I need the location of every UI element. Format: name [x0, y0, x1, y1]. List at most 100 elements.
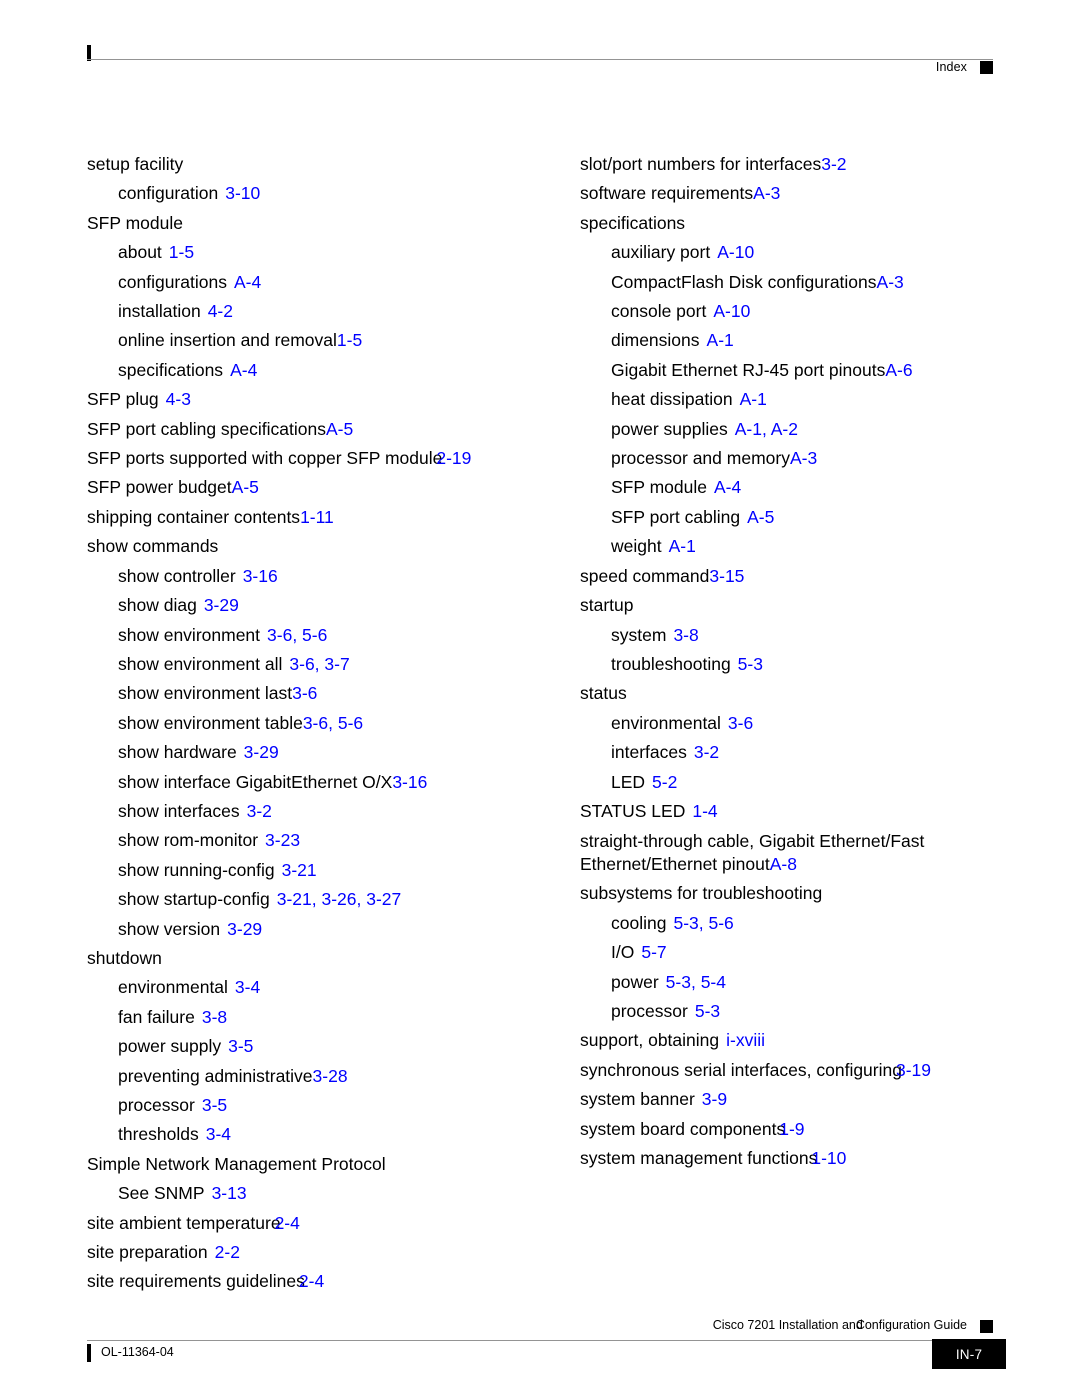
index-page-reference[interactable]: 4-2: [208, 301, 233, 321]
index-page-reference[interactable]: 2-4: [275, 1213, 300, 1233]
index-entry[interactable]: show hardware 3-29: [87, 738, 557, 767]
index-page-reference[interactable]: 3-2: [821, 154, 846, 174]
index-entry[interactable]: show environment all 3-6, 3-7: [87, 650, 557, 679]
index-entry[interactable]: shipping container contents1-11: [87, 503, 557, 532]
index-entry[interactable]: show version 3-29: [87, 915, 557, 944]
index-entry[interactable]: cooling 5-3, 5-6: [580, 909, 1050, 938]
index-page-reference[interactable]: 3-5: [228, 1036, 253, 1056]
index-page-reference[interactable]: A-6: [885, 360, 912, 380]
index-page-reference[interactable]: 3-6: [292, 683, 317, 703]
index-page-reference[interactable]: 5-3: [738, 654, 763, 674]
index-page-reference[interactable]: 3-13: [212, 1183, 247, 1203]
index-entry[interactable]: show rom-monitor 3-23: [87, 826, 557, 855]
index-page-reference[interactable]: A-5: [747, 507, 774, 527]
index-page-reference[interactable]: 3-8: [202, 1007, 227, 1027]
index-page-reference[interactable]: 3-23: [265, 830, 300, 850]
index-entry[interactable]: system board components1-9: [580, 1115, 1050, 1144]
index-entry[interactable]: show environment table3-6, 5-6: [87, 709, 557, 738]
index-entry[interactable]: SFP port cabling specificationsA-5: [87, 415, 557, 444]
index-page-reference[interactable]: A-5: [326, 419, 353, 439]
index-page-reference[interactable]: A-5: [232, 477, 259, 497]
index-entry[interactable]: online insertion and removal1-5: [87, 326, 557, 355]
index-page-reference[interactable]: A-8: [770, 854, 797, 874]
index-entry[interactable]: weight A-1: [580, 532, 1050, 561]
index-page-reference[interactable]: 3-6, 3-7: [289, 654, 349, 674]
index-page-reference[interactable]: 5-3, 5-6: [673, 913, 733, 933]
index-page-reference[interactable]: 3-8: [673, 625, 698, 645]
index-page-reference[interactable]: 3-10: [225, 183, 260, 203]
index-entry[interactable]: dimensions A-1: [580, 326, 1050, 355]
index-page-reference[interactable]: 3-16: [392, 772, 427, 792]
index-page-reference[interactable]: 3-6: [728, 713, 753, 733]
index-entry[interactable]: SFP ports supported with copper SFP modu…: [87, 444, 557, 473]
index-page-reference[interactable]: 5-2: [652, 772, 677, 792]
index-page-reference[interactable]: 1-11: [300, 507, 334, 527]
index-entry[interactable]: show startup-config 3-21, 3-26, 3-27: [87, 885, 557, 914]
index-entry[interactable]: show running-config 3-21: [87, 856, 557, 885]
index-entry[interactable]: SFP port cabling A-5: [580, 503, 1050, 532]
index-entry[interactable]: STATUS LED 1-4: [580, 797, 1050, 826]
index-page-reference[interactable]: 5-7: [641, 942, 666, 962]
index-page-reference[interactable]: 3-28: [313, 1066, 348, 1086]
index-page-reference[interactable]: 3-21, 3-26, 3-27: [277, 889, 402, 909]
index-entry[interactable]: power 5-3, 5-4: [580, 968, 1050, 997]
index-entry[interactable]: show controller 3-16: [87, 562, 557, 591]
index-page-reference[interactable]: 3-2: [247, 801, 272, 821]
index-page-reference[interactable]: 3-4: [206, 1124, 231, 1144]
index-entry[interactable]: processor 5-3: [580, 997, 1050, 1026]
index-entry[interactable]: system banner 3-9: [580, 1085, 1050, 1114]
index-page-reference[interactable]: A-4: [234, 272, 261, 292]
index-page-reference[interactable]: 1-5: [337, 330, 362, 350]
index-page-reference[interactable]: 3-2: [694, 742, 719, 762]
index-page-reference[interactable]: A-4: [714, 477, 741, 497]
index-entry[interactable]: speed command3-15: [580, 562, 1050, 591]
index-page-reference[interactable]: 3-9: [702, 1089, 727, 1109]
index-page-reference[interactable]: A-3: [790, 448, 817, 468]
index-entry[interactable]: LED 5-2: [580, 768, 1050, 797]
index-page-reference[interactable]: 3-4: [235, 977, 260, 997]
index-entry[interactable]: software requirementsA-3: [580, 179, 1050, 208]
index-page-reference[interactable]: A-1, A-2: [735, 419, 798, 439]
index-page-reference[interactable]: 2-19: [436, 448, 471, 468]
index-entry[interactable]: SFP plug 4-3: [87, 385, 557, 414]
index-page-reference[interactable]: 1-5: [169, 242, 194, 262]
index-entry[interactable]: show environment 3-6, 5-6: [87, 621, 557, 650]
index-entry[interactable]: environmental 3-4: [87, 973, 557, 1002]
index-entry[interactable]: CompactFlash Disk configurationsA-3: [580, 268, 1050, 297]
index-page-reference[interactable]: 3-29: [204, 595, 239, 615]
index-page-reference[interactable]: 5-3, 5-4: [666, 972, 726, 992]
index-page-reference[interactable]: 3-5: [202, 1095, 227, 1115]
index-page-reference[interactable]: 3-16: [243, 566, 278, 586]
index-page-reference[interactable]: A-4: [230, 360, 257, 380]
index-page-reference[interactable]: 1-9: [779, 1119, 804, 1139]
index-entry[interactable]: straight-through cable, Gigabit Ethernet…: [580, 826, 960, 879]
index-page-reference[interactable]: 3-29: [227, 919, 262, 939]
index-entry[interactable]: site preparation 2-2: [87, 1238, 557, 1267]
index-entry[interactable]: show interfaces 3-2: [87, 797, 557, 826]
index-page-reference[interactable]: A-1: [669, 536, 696, 556]
index-page-reference[interactable]: A-10: [713, 301, 750, 321]
index-page-reference[interactable]: 1-10: [811, 1148, 846, 1168]
index-page-reference[interactable]: A-3: [877, 272, 904, 292]
index-entry[interactable]: fan failure 3-8: [87, 1003, 557, 1032]
index-page-reference[interactable]: 3-6, 5-6: [267, 625, 327, 645]
index-entry[interactable]: power supply 3-5: [87, 1032, 557, 1061]
index-entry[interactable]: support, obtaining i-xviii: [580, 1026, 1050, 1055]
index-page-reference[interactable]: 3-19: [896, 1060, 931, 1080]
index-entry[interactable]: power supplies A-1, A-2: [580, 415, 1050, 444]
index-entry[interactable]: thresholds 3-4: [87, 1120, 557, 1149]
index-entry[interactable]: about 1-5: [87, 238, 557, 267]
index-page-reference[interactable]: 1-4: [692, 801, 717, 821]
index-entry[interactable]: installation 4-2: [87, 297, 557, 326]
index-entry[interactable]: slot/port numbers for interfaces3-2: [580, 150, 1050, 179]
index-entry[interactable]: processor and memoryA-3: [580, 444, 1050, 473]
index-page-reference[interactable]: 3-29: [244, 742, 279, 762]
index-page-reference[interactable]: 3-21: [282, 860, 317, 880]
index-page-reference[interactable]: A-1: [707, 330, 734, 350]
index-entry[interactable]: specifications A-4: [87, 356, 557, 385]
index-entry[interactable]: See SNMP 3-13: [87, 1179, 557, 1208]
index-entry[interactable]: SFP module A-4: [580, 473, 1050, 502]
index-entry[interactable]: interfaces 3-2: [580, 738, 1050, 767]
index-entry[interactable]: processor 3-5: [87, 1091, 557, 1120]
index-entry[interactable]: Gigabit Ethernet RJ-45 port pinoutsA-6: [580, 356, 1050, 385]
